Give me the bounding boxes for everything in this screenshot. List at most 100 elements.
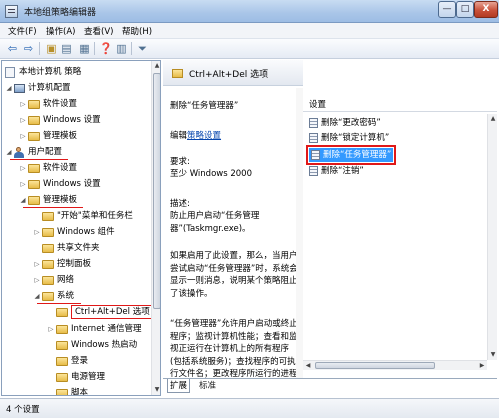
show-tree-icon[interactable]: ▤ [60,42,73,55]
folder-icon [56,357,68,366]
tree-item-user-software-settings[interactable]: ▷ 软件设置 [19,161,77,176]
tree-item-user-admin-templates[interactable]: ◢ 管理模板 [19,193,77,208]
menu-file[interactable]: 文件(F) [8,25,37,37]
collapse-arrow-icon[interactable]: ◢ [5,145,13,160]
expand-arrow-icon[interactable]: ▷ [19,161,27,176]
folder-icon [28,196,40,205]
folder-icon [42,276,54,285]
tree-item-logon[interactable]: 登录 [55,354,88,369]
tree-item-start-menu[interactable]: "开始"菜单和任务栏 [41,209,133,224]
policy-icon [5,67,15,78]
title-bar: 本地组策略编辑器 — □ X [0,0,499,23]
tree-item-windows-hotstart[interactable]: Windows 热启动 [55,338,137,353]
scroll-down-icon[interactable]: ▼ [488,350,498,360]
minimize-button[interactable]: — [438,1,456,18]
tab-extended[interactable]: 扩展 [167,379,191,393]
scroll-thumb[interactable] [315,362,435,369]
tree-item-computer-config[interactable]: ◢ 计算机配置 [5,81,71,96]
maximize-button[interactable]: □ [456,1,474,18]
scroll-up-icon[interactable]: ▲ [488,114,498,124]
edit-policy-link[interactable]: 策略设置 [187,131,221,141]
forward-arrow-icon[interactable]: ⇨ [22,42,35,55]
column-header-setting[interactable]: 设置 [309,98,326,110]
requirements-value: 至少 Windows 2000 [170,169,252,179]
column-header[interactable]: 设置 [303,96,497,112]
folder-icon [42,228,54,237]
scroll-down-icon[interactable]: ▼ [152,385,160,395]
tree-item-root[interactable]: 本地计算机 策略 [5,65,81,80]
close-button[interactable]: X [474,1,498,18]
collapse-arrow-icon[interactable]: ◢ [33,289,41,304]
folder-icon [172,69,183,78]
list-vertical-scrollbar[interactable]: ▲ ▼ [487,114,497,360]
menu-help[interactable]: 帮助(H) [122,25,152,37]
folder-icon [56,341,68,350]
tree-item-control-panel[interactable]: ▷ 控制面板 [33,257,91,272]
folder-icon [42,292,54,301]
collapse-arrow-icon[interactable]: ◢ [19,193,27,208]
splitter[interactable] [296,88,303,378]
list-item-selected[interactable]: 删除“任务管理器” [306,145,396,165]
red-underline [10,159,68,160]
folder-icon [56,325,68,334]
list-item[interactable]: 删除“注销” [309,164,364,178]
expand-arrow-icon[interactable]: ▷ [19,113,27,128]
tab-standard[interactable]: 标准 [197,379,218,393]
list-horizontal-scrollbar[interactable]: ◀ ▶ [303,360,487,370]
menu-action[interactable]: 操作(A) [46,25,75,37]
menu-view[interactable]: 查看(V) [84,25,113,37]
app-icon [5,5,18,18]
scroll-up-icon[interactable]: ▲ [152,61,160,71]
tree-item-shared-folders[interactable]: 共享文件夹 [41,241,100,256]
expand-arrow-icon[interactable]: ▷ [47,322,55,337]
setting-icon [309,166,318,176]
tree-scrollbar[interactable]: ▲ ▼ [151,61,160,395]
back-arrow-icon[interactable]: ⇦ [6,42,19,55]
scroll-thumb[interactable] [153,73,160,309]
help-icon[interactable]: ❓ [99,42,113,55]
tree-item-admin-templates[interactable]: ▷ 管理模板 [19,129,77,144]
up-folder-icon[interactable]: ▣ [45,42,58,55]
folder-icon [42,260,54,269]
tree-item-power-mgmt[interactable]: 电源管理 [55,370,105,385]
expand-arrow-icon[interactable]: ▷ [19,97,27,112]
view-tabs: 扩展 标准 [163,378,497,396]
red-underline [23,207,83,208]
tree-item-scripts[interactable]: 脚本 [55,386,88,395]
folder-icon [28,132,40,141]
status-text: 4 个设置 [6,405,40,415]
tree-item-ctrl-alt-del[interactable]: Ctrl+Alt+Del 选项 [55,305,154,320]
tree-item-user-windows-settings[interactable]: ▷ Windows 设置 [19,177,101,192]
collapse-arrow-icon[interactable]: ◢ [5,81,13,96]
folder-icon [28,100,40,109]
toolbar: ⇦ ⇨ ▣ ▤ ▦ ❓ ▥ ⏷ [0,39,499,59]
description-pane: Ctrl+Alt+Del 选项 删除“任务管理器” 编辑策略设置 要求: 至少 … [163,60,303,378]
tree-item-network[interactable]: ▷ 网络 [33,273,74,288]
expand-arrow-icon[interactable]: ▷ [33,257,41,272]
list-item[interactable]: 删除“锁定计算机” [309,131,389,145]
export-list-icon[interactable]: ▦ [78,42,91,55]
description-para2: “任务管理器”允许用户启动或终止程序；监视计算机性能；查看和监视正运行在计算机上… [170,319,298,378]
folder-icon [28,116,40,125]
tree-pane: 本地计算机 策略 ◢ 计算机配置 ▷ 软件设置 ▷ Windows 设置 ▷ 管理模板 … [1,60,161,396]
tree-item-user-config[interactable]: ◢ 用户配置 [5,145,62,160]
computer-icon [14,84,25,93]
user-icon [14,147,24,158]
tree-item-system[interactable]: ◢ 系统 [33,289,74,304]
expand-arrow-icon[interactable]: ▷ [33,225,41,240]
expand-arrow-icon[interactable]: ▷ [33,273,41,288]
properties-icon[interactable]: ▥ [115,42,128,55]
tree-item-windows-settings[interactable]: ▷ Windows 设置 [19,113,101,128]
edit-policy-line: 编辑策略设置 [170,131,222,141]
scroll-right-icon[interactable]: ▶ [477,361,487,371]
scroll-left-icon[interactable]: ◀ [303,361,313,371]
menu-bar: 文件(F) 操作(A) 查看(V) 帮助(H) [0,23,499,39]
filter-icon[interactable]: ⏷ [136,42,149,55]
folder-icon [28,180,40,189]
tree-item-internet-comm[interactable]: ▷ Internet 通信管理 [47,322,141,337]
tree-item-windows-components[interactable]: ▷ Windows 组件 [33,225,115,240]
expand-arrow-icon[interactable]: ▷ [19,129,27,144]
tree-item-software-settings[interactable]: ▷ 软件设置 [19,97,77,112]
list-item[interactable]: 删除“更改密码” [309,116,381,130]
expand-arrow-icon[interactable]: ▷ [19,177,27,192]
